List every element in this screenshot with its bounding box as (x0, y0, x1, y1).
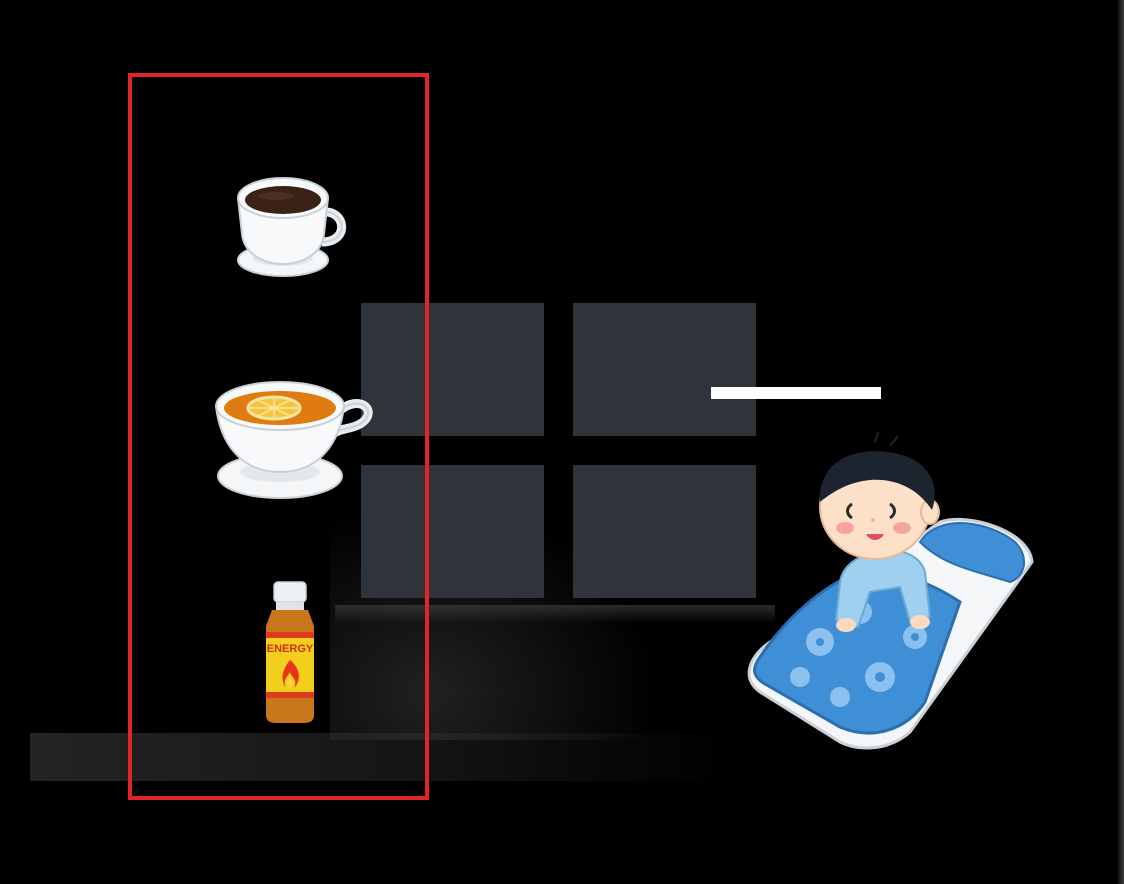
window-pane-bottom-right (573, 465, 756, 598)
highlight-box (128, 73, 429, 800)
boy-in-bed-icon (747, 432, 1034, 750)
window-pane-top-right (573, 303, 756, 436)
night-scene: ENERGY (0, 0, 1124, 884)
right-edge-border (1118, 0, 1124, 884)
white-dash (711, 387, 881, 399)
